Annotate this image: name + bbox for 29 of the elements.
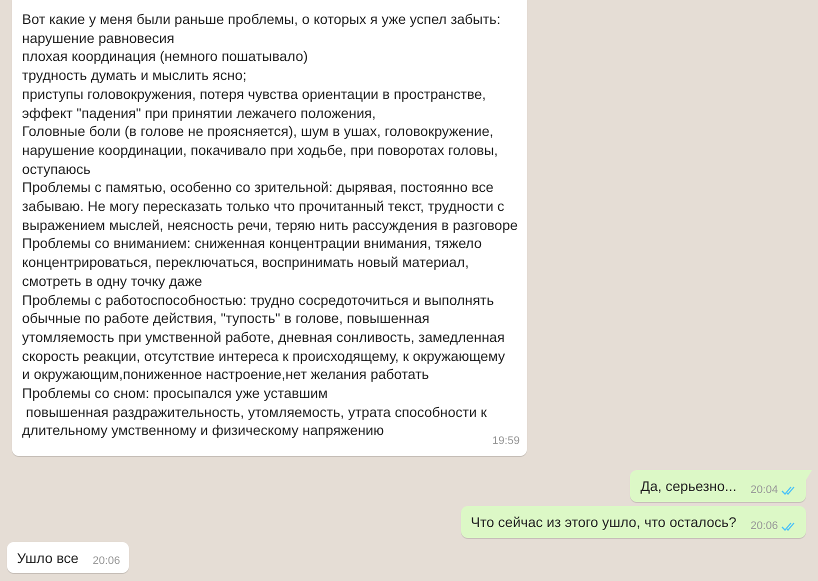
message-text-line: эффект "падения" при принятии лежачего положения, [22,104,377,122]
message-text-line: Вот какие у меня были раньше проблемы, о которых я уже успел забыть: [22,10,502,29]
message-text-line: трудность думать и мыслить ясно; [22,66,248,85]
message-text: Что сейчас из этого ушло, что осталось? [470,512,736,532]
message-text-line: нарушение координации, покачивало при ходьбе, при поворотах головы, [22,140,499,160]
message-text-line: концентрироваться, переключаться, воспринимать новый материал, [22,253,470,272]
message-text-line: забываю. Не могу пересказать только что прочитанный текст, трудности с [22,197,506,216]
message-text-line: нарушение равновесия [22,28,176,48]
message-text-line: выражением мыслей, неясность речи, теряю нить рассуждения в разговоре [22,216,518,234]
message-text-line: приступы головокружения, потеря чувства ориентации в пространстве, [22,84,487,104]
message-text-line: Проблемы со вниманием: сниженная концентрации внимания, тяжело [22,234,483,254]
message-text-line: скорость реакции, отсутствие интереса к происходящему, к окружающему [22,346,506,366]
message-text-line: смотреть в одну точку даже [22,272,204,291]
message-time: 20:06 [750,518,778,534]
message-text-line: Проблемы с памятью, особенно со зрительной: дырявая, постоянно все [22,178,495,198]
message-text-line: обычные по работе действия, "тупость" в голове, повышенная [22,309,430,328]
message-time: 19:59 [492,434,520,450]
message-text-line: Головные боли (в голове не проясняется), шум в ушах, головокружение, [22,122,494,141]
message-time: 20:06 [92,554,120,570]
message-text-line: утомляемость при умственной работе, дневная сонливость, замедленная [22,328,506,347]
message-text-line: и окружающим,пониженное настроение,нет желания работать [22,365,430,384]
message-text-line: повышенная раздражительность, утомляемость, утрата способности к [24,402,488,422]
message-text-line: оступаюсь [22,160,92,178]
message-text-line: Проблемы с работоспособностью: трудно сосредоточиться и выполнять [22,290,495,310]
message-text-line: плохая координация (немного пошатывало) [22,47,309,66]
message-text: Ушло все [17,548,79,568]
message-text-line: Проблемы со сном: просыпался уже уставшим [22,384,329,403]
message-time: 20:04 [750,482,778,498]
message-text: Да, серьезно... [640,477,736,496]
